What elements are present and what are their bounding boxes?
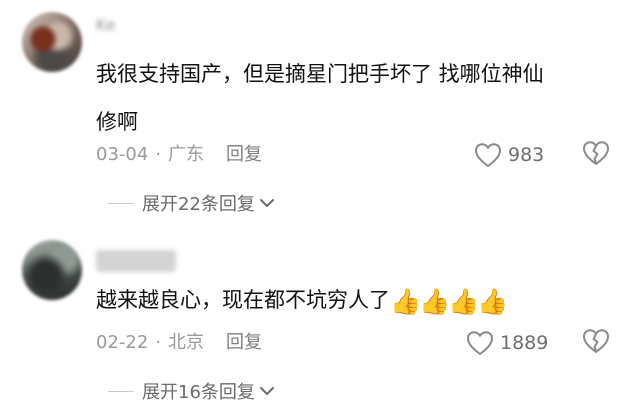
avatar[interactable] <box>22 12 82 72</box>
reply-button[interactable]: 回复 <box>226 144 262 165</box>
comment-meta: 03-04 · 广东 回复 <box>96 142 262 168</box>
expand-replies-label: 展开22条回复 <box>142 194 255 215</box>
broken-heart-icon <box>582 140 610 170</box>
meta-separator: · <box>155 332 162 353</box>
comment-text-line: 修啊 <box>96 110 138 134</box>
thumbs-up-emoji: 👍👍👍👍 <box>390 287 509 316</box>
reply-button[interactable]: 回复 <box>226 332 262 353</box>
comment-date: 02-22 <box>96 332 149 353</box>
avatar[interactable] <box>22 240 82 300</box>
like-button[interactable]: 983 <box>474 140 544 170</box>
username[interactable] <box>96 250 176 272</box>
comment-meta: 02-22 · 北京 回复 <box>96 330 262 356</box>
like-count: 983 <box>508 144 545 166</box>
heart-outline-icon <box>474 142 502 168</box>
divider-line <box>108 390 134 392</box>
expand-replies-button[interactable]: 展开16条回复 <box>108 378 275 404</box>
dislike-button[interactable] <box>582 140 610 170</box>
like-button[interactable]: 1889 <box>466 328 548 358</box>
comment-location: 广东 <box>168 144 205 165</box>
expand-replies-label: 展开16条回复 <box>142 382 255 403</box>
like-count: 1889 <box>500 332 549 354</box>
comment-text: 我很支持国产，但是摘星门把手坏了 找哪位神仙 修啊 <box>96 50 544 146</box>
comment-item: 越来越良心，现在都不坑穷人了👍👍👍👍 02-22 · 北京 回复 1889 展开16条… <box>0 222 641 414</box>
comment-item: Ke 我很支持国产，但是摘星门把手坏了 找哪位神仙 修啊 03-04 · 广东 回复 … <box>0 0 641 222</box>
comment-text-line: 越来越良心，现在都不坑穷人了 <box>96 288 390 312</box>
chevron-down-icon <box>259 193 275 214</box>
username[interactable]: Ke <box>96 16 116 38</box>
expand-replies-button[interactable]: 展开22条回复 <box>108 190 275 216</box>
chevron-down-icon <box>259 381 275 402</box>
heart-outline-icon <box>466 330 494 356</box>
comment-location: 北京 <box>168 332 205 353</box>
meta-separator: · <box>155 144 162 165</box>
broken-heart-icon <box>582 328 610 358</box>
divider-line <box>108 202 134 204</box>
comment-text: 越来越良心，现在都不坑穷人了👍👍👍👍 <box>96 276 509 324</box>
dislike-button[interactable] <box>582 328 610 358</box>
comment-date: 03-04 <box>96 144 149 165</box>
comment-text-line: 我很支持国产，但是摘星门把手坏了 找哪位神仙 <box>96 62 544 86</box>
